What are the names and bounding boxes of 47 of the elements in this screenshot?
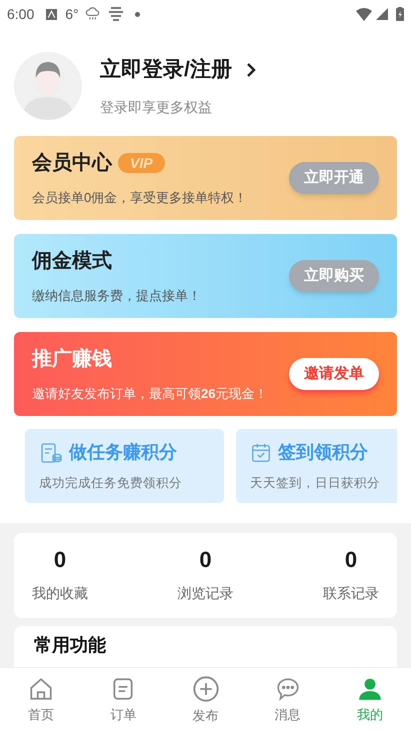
- signal-icon: [376, 8, 388, 20]
- stat-label[interactable]: 联系记录: [323, 583, 379, 604]
- dot-icon: [134, 12, 140, 16]
- cloud-rain-icon: [84, 6, 101, 22]
- stat-value: 0: [199, 547, 212, 573]
- stat-label[interactable]: 我的收藏: [32, 583, 88, 604]
- login-register-link[interactable]: 立即登录/注册: [100, 54, 232, 86]
- promo-text: 缴纳信息服务费，提点接单！: [32, 287, 201, 306]
- points-text: 成功完成任务免费领积分: [39, 475, 183, 492]
- status-time: 6:00: [7, 4, 34, 24]
- login-subtitle: 登录即享更多权益: [100, 98, 213, 118]
- functions-title: 常用功能: [34, 635, 106, 655]
- tab-item[interactable]: 订单: [82, 668, 164, 732]
- stat-value: 0: [54, 547, 66, 573]
- stat-value: 0: [344, 547, 358, 573]
- status-temperature: 6°: [65, 4, 79, 24]
- points-title: 做任务赚积分: [69, 441, 177, 464]
- promo-button[interactable]: 邀请发单: [289, 358, 379, 390]
- promo-card[interactable]: 会员中心 VIP 会员接单0佣金，享受更多接单特权！ 立即开通: [14, 136, 397, 220]
- clipboard-coins-icon: [39, 440, 63, 465]
- promo-text: 邀请好友发布订单，最高可领26元现金！: [32, 385, 268, 404]
- points-card[interactable]: 签到领积分 天天签到，日日获积分: [236, 429, 397, 503]
- promo-button[interactable]: 立即开通: [289, 162, 379, 194]
- stat-label[interactable]: 浏览记录: [178, 583, 234, 604]
- vip-badge: VIP: [118, 153, 165, 174]
- plus-circle-icon: [192, 674, 220, 703]
- promo-title: 佣金模式: [32, 249, 112, 274]
- promo-card[interactable]: 佣金模式 缴纳信息服务费，提点接单！ 立即购买: [14, 234, 397, 318]
- tab-item[interactable]: 首页: [0, 668, 82, 732]
- battery-icon: [396, 7, 404, 21]
- wifi-icon: [356, 8, 372, 20]
- promo-title: 推广赚钱: [32, 346, 112, 372]
- tab-item[interactable]: 发布: [164, 668, 247, 732]
- points-text: 天天签到，日日获积分: [250, 475, 381, 492]
- home-icon: [28, 676, 54, 702]
- points-title: 签到领积分: [278, 441, 368, 464]
- chevron-right-icon[interactable]: [246, 62, 256, 78]
- person-icon: [356, 676, 383, 702]
- promo-title: 会员中心: [32, 150, 112, 176]
- tab-item[interactable]: 消息: [246, 668, 329, 732]
- tab-item[interactable]: 我的: [328, 668, 411, 732]
- promo-button[interactable]: 立即购买: [289, 260, 379, 292]
- calendar-check-icon: [250, 442, 272, 464]
- points-card[interactable]: 做任务赚积分 成功完成任务免费领积分: [25, 429, 224, 503]
- chat-bubble-icon: [274, 676, 301, 702]
- promo-card[interactable]: 推广赚钱 邀请好友发布订单，最高可领26元现金！ 邀请发单: [14, 332, 397, 416]
- promo-text: 会员接单0佣金，享受更多接单特权！: [32, 189, 248, 208]
